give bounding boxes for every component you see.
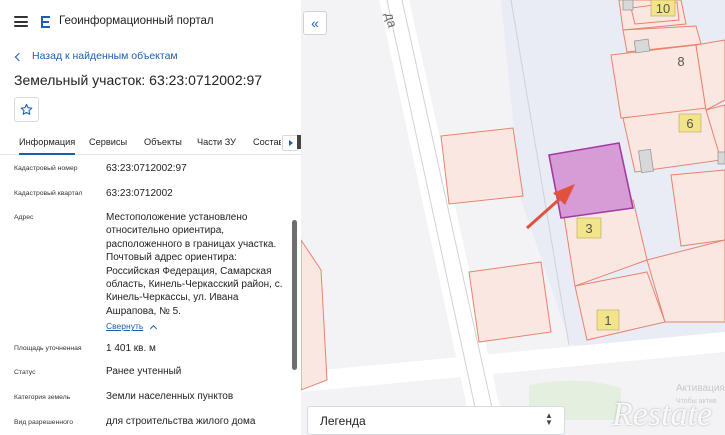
collapse-label: Свернуть <box>106 321 144 332</box>
road <box>301 332 725 392</box>
selected-parcel[interactable] <box>548 142 634 219</box>
scrollbar-thumb[interactable] <box>292 220 297 370</box>
arrow-right-icon <box>288 140 293 146</box>
parcel[interactable] <box>610 44 707 119</box>
address-block: Местоположение установлено относительно … <box>106 211 284 334</box>
portal-logo-icon <box>41 16 50 28</box>
tab-objects[interactable]: Объекты <box>144 137 182 147</box>
back-to-results-link[interactable]: Назад к найденным объектам <box>14 50 178 62</box>
value-area: 1 401 кв. м <box>106 343 156 354</box>
building <box>717 151 725 165</box>
parcel[interactable] <box>440 127 524 205</box>
parcel[interactable] <box>468 261 552 343</box>
app-title: Геоинформационный портал <box>59 15 214 27</box>
cadastral-map[interactable]: 10 8 6 3 1 да <box>301 0 725 435</box>
building <box>633 38 651 54</box>
tab-information[interactable]: Информация <box>19 137 76 155</box>
favorite-button[interactable] <box>14 97 39 122</box>
panel-scrollbar[interactable] <box>292 160 297 432</box>
legend-title: Легенда <box>320 414 366 428</box>
tab-bar: Информация Сервисы Объекты Части ЗУ Сост… <box>0 129 301 155</box>
object-info-panel: Геоинформационный портал Назад к найденн… <box>0 0 301 435</box>
collapse-address-link[interactable]: Свернуть <box>106 320 284 333</box>
value-cadastral-quarter: 63:23:0712002 <box>106 188 173 199</box>
collapse-panel-button[interactable]: « <box>303 11 327 35</box>
chevron-up-icon <box>150 324 158 332</box>
house-label-10: 10 <box>656 1 670 16</box>
value-permitted-use: для строительства жилого дома <box>106 416 256 427</box>
house-label-1: 1 <box>604 313 611 328</box>
tab-composition[interactable]: Состав <box>253 137 281 147</box>
map-view[interactable]: 10 8 6 3 1 да <box>301 0 725 435</box>
building <box>638 148 654 174</box>
legend-dropdown[interactable]: Легенда ▲ ▼ <box>307 406 565 435</box>
house-label-6: 6 <box>686 116 693 131</box>
chevron-left-icon <box>14 52 24 61</box>
windows-activation-text: Активация <box>676 383 725 394</box>
value-status: Ранее учтенный <box>106 366 182 377</box>
label-address: Адрес <box>14 214 34 221</box>
label-status: Статус <box>14 369 36 376</box>
building <box>622 0 634 11</box>
hamburger-menu-icon[interactable] <box>14 16 28 27</box>
value-land-category: Земли населенных пунктов <box>106 391 234 402</box>
back-link-label: Назад к найденным объектам <box>32 50 178 62</box>
object-title: Земельный участок: 63:23:0712002:97 <box>14 72 263 88</box>
value-cadastral-number: 63:23:0712002:97 <box>106 163 187 174</box>
house-label-8: 8 <box>677 54 684 69</box>
label-cadastral-number: Кадастровый номер <box>14 165 78 172</box>
star-outline-icon <box>20 103 33 115</box>
parcel[interactable] <box>622 107 722 173</box>
house-label-3: 3 <box>585 221 592 236</box>
label-area: Площадь уточненная <box>14 345 82 352</box>
label-cadastral-quarter: Кадастровый квартал <box>14 190 83 197</box>
sort-arrows-icon: ▲ ▼ <box>545 411 553 427</box>
label-permitted-use: Вид разрешенного <box>14 419 73 426</box>
restate-watermark: Restate <box>612 396 713 433</box>
top-bar: Геоинформационный портал <box>0 0 301 44</box>
parcel[interactable] <box>301 239 328 391</box>
parcel[interactable] <box>670 169 725 247</box>
label-land-category: Категория земель <box>14 394 71 401</box>
value-address: Местоположение установлено относительно … <box>106 212 283 317</box>
tab-parcel-parts[interactable]: Части ЗУ <box>197 137 236 147</box>
tab-services[interactable]: Сервисы <box>89 137 127 147</box>
